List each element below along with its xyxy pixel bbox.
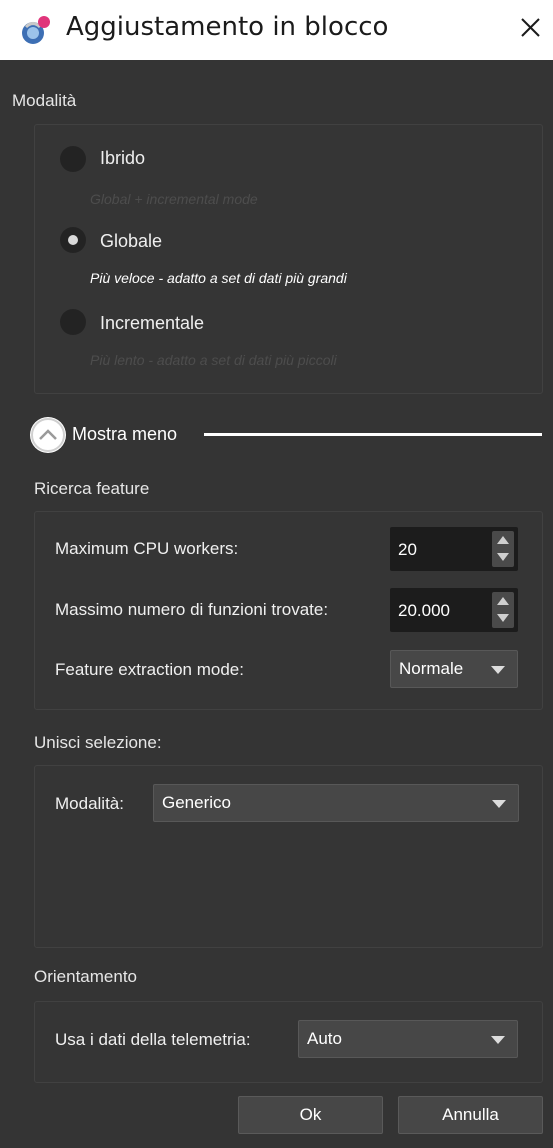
cpu-workers-value[interactable]: 20 xyxy=(398,540,417,560)
cpu-workers-label: Maximum CPU workers: xyxy=(55,539,239,558)
extraction-mode-select[interactable]: Normale xyxy=(390,650,518,688)
chevron-down-icon xyxy=(491,1036,505,1044)
extraction-mode-label: Feature extraction mode: xyxy=(55,660,244,679)
chevron-down-icon xyxy=(492,800,506,808)
arrow-down-icon[interactable] xyxy=(497,553,509,561)
radio-globale[interactable] xyxy=(60,227,86,253)
telemetry-label: Usa i dati della telemetria: xyxy=(55,1030,251,1049)
cancel-button[interactable]: Annulla xyxy=(398,1096,543,1134)
divider-line xyxy=(204,433,542,436)
unisci-mode-select[interactable]: Generico xyxy=(153,784,519,822)
section-label-modalita: Modalità xyxy=(12,91,77,110)
max-features-spinbox[interactable]: 20.000 xyxy=(390,588,518,632)
radio-desc-incrementale: Più lento - adatto a set di dati più pic… xyxy=(90,352,337,368)
telemetry-value: Auto xyxy=(307,1029,342,1048)
radio-ibrido[interactable] xyxy=(60,146,86,172)
arrow-up-icon[interactable] xyxy=(497,536,509,544)
max-features-stepper[interactable] xyxy=(492,592,514,628)
window-title: Aggiustamento in blocco xyxy=(66,12,389,42)
radio-desc-ibrido: Global + incremental mode xyxy=(90,191,258,207)
max-features-label: Massimo numero di funzioni trovate: xyxy=(55,600,329,619)
chevron-up-icon xyxy=(31,418,65,452)
arrow-down-icon[interactable] xyxy=(497,614,509,622)
radio-label-globale[interactable]: Globale xyxy=(100,231,162,252)
unisci-mode-value: Generico xyxy=(162,793,231,812)
app-icon xyxy=(22,16,50,44)
collapse-toggle[interactable] xyxy=(30,417,66,453)
chevron-down-icon xyxy=(491,666,505,674)
title-bar: Aggiustamento in blocco xyxy=(0,0,553,60)
close-icon[interactable] xyxy=(515,12,545,42)
ok-button[interactable]: Ok xyxy=(238,1096,383,1134)
radio-desc-globale: Più veloce - adatto a set di dati più gr… xyxy=(90,270,347,286)
cpu-workers-stepper[interactable] xyxy=(492,531,514,567)
unisci-mode-label: Modalità: xyxy=(55,794,124,813)
cpu-workers-spinbox[interactable]: 20 xyxy=(390,527,518,571)
arrow-up-icon[interactable] xyxy=(497,597,509,605)
telemetry-select[interactable]: Auto xyxy=(298,1020,518,1058)
radio-label-incrementale[interactable]: Incrementale xyxy=(100,313,204,334)
max-features-value[interactable]: 20.000 xyxy=(398,601,450,621)
extraction-mode-value: Normale xyxy=(399,659,464,678)
section-label-unisci: Unisci selezione: xyxy=(34,733,162,752)
section-label-ricerca: Ricerca feature xyxy=(34,479,150,498)
section-label-orientamento: Orientamento xyxy=(34,967,137,986)
radio-incrementale[interactable] xyxy=(60,309,86,335)
collapse-toggle-label[interactable]: Mostra meno xyxy=(72,424,177,445)
radio-label-ibrido[interactable]: Ibrido xyxy=(100,148,145,169)
